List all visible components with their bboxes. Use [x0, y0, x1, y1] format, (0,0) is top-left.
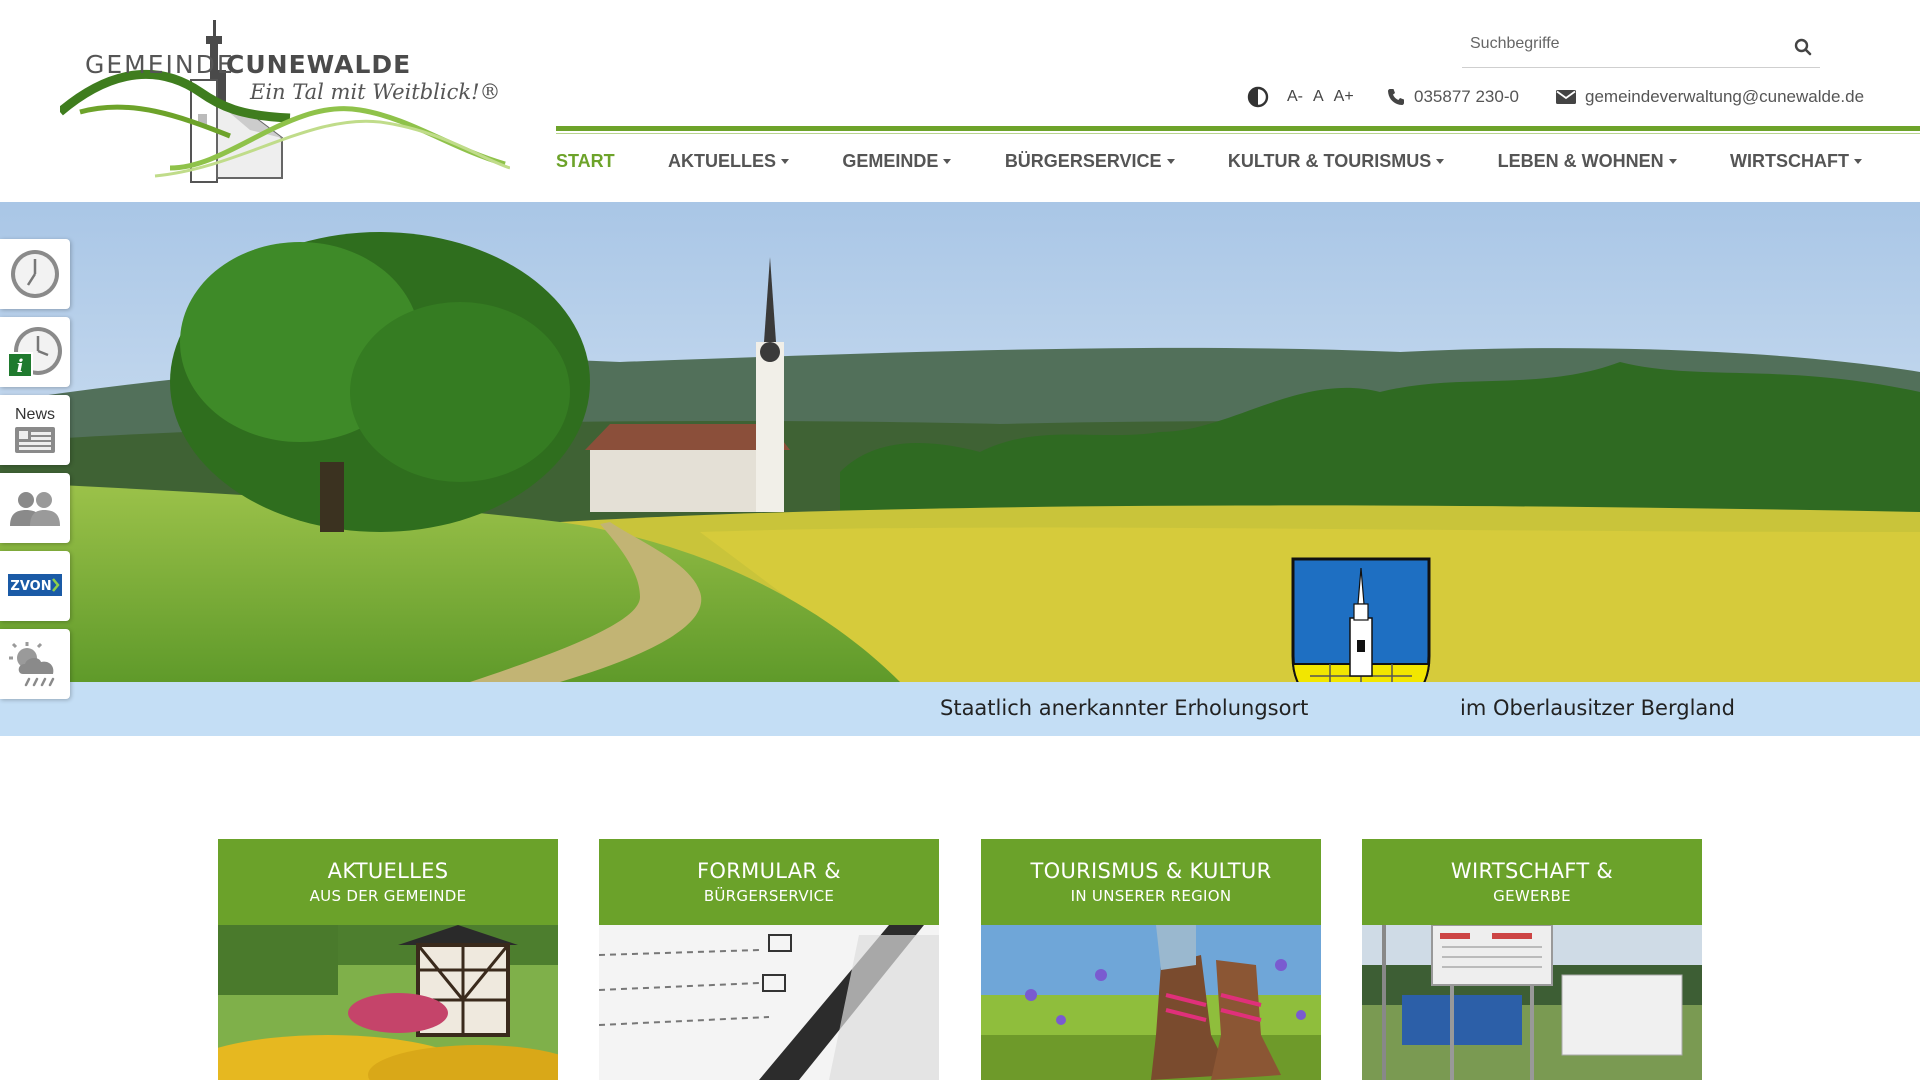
tile-image-form-and-pen [599, 925, 939, 1080]
nav-accent-line [556, 126, 1920, 131]
side-tab-opening-hours[interactable] [0, 239, 70, 309]
weather-icon [9, 642, 55, 687]
side-tab-weather[interactable] [0, 629, 70, 699]
zvon-logo: ZVON [8, 574, 62, 596]
logo-text-gemeinde: GEMEINDE [85, 50, 235, 79]
search-icon [1794, 38, 1812, 56]
caret-down-icon [1668, 158, 1677, 164]
tile-title: WIRTSCHAFT & [1450, 859, 1614, 883]
font-size-normal[interactable]: A [1313, 88, 1324, 106]
logo-text-cunewalde: CUNEWALDE [226, 50, 412, 79]
tile-title: AKTUELLES [327, 859, 449, 883]
phone-icon [1388, 89, 1404, 105]
nav-item-kultur-tourismus[interactable]: KULTUR & TOURISMUS [1228, 151, 1445, 172]
hero-landscape-image [0, 202, 1920, 682]
search-input[interactable] [1462, 26, 1772, 62]
tile-image-industrial-area [1362, 925, 1702, 1080]
tile-title: TOURISMUS & KULTUR [1030, 859, 1272, 883]
tile-subtitle: BÜRGERSERVICE [703, 887, 835, 905]
nav-accent-line-thin [556, 133, 1920, 134]
contrast-icon[interactable] [1247, 86, 1269, 108]
tile-image-hiking-boots [981, 925, 1321, 1080]
news-icon [15, 427, 55, 453]
tile-image-half-timbered-house [218, 925, 558, 1080]
tile-subtitle: AUS DER GEMEINDE [309, 887, 467, 905]
caret-down-icon [781, 158, 790, 164]
search-bar [1462, 26, 1820, 68]
clock-icon [11, 250, 59, 298]
font-size-larger[interactable]: A+ [1334, 88, 1354, 106]
tile-wirtschaft-gewerbe[interactable]: WIRTSCHAFT & GEWERBE [1362, 839, 1702, 1080]
side-tab-news[interactable]: News [0, 395, 70, 465]
tile-subtitle: IN UNSERER REGION [1070, 887, 1232, 905]
nav-item-wirtschaft[interactable]: WIRTSCHAFT [1730, 151, 1862, 172]
banner-text-erholungsort: Staatlich anerkannter Erholungsort [940, 696, 1309, 720]
tile-header: WIRTSCHAFT & GEWERBE [1362, 839, 1702, 925]
caret-down-icon [1436, 158, 1445, 164]
phone-contact[interactable]: 035877 230-0 [1386, 82, 1519, 112]
landscape-scene [0, 202, 1920, 682]
nav-item-buergerservice[interactable]: BÜRGERSERVICE [1005, 151, 1175, 172]
feature-tiles: AKTUELLES AUS DER GEMEINDE FORMULAR & BÜ… [218, 839, 1702, 1080]
side-tab-tourist-info-hours[interactable]: i [0, 317, 70, 387]
search-button[interactable] [1786, 30, 1820, 64]
envelope-icon [1556, 90, 1576, 104]
site-logo[interactable]: GEMEINDE CUNEWALDE Ein Tal mit Weitblick… [57, 18, 511, 186]
side-tab-zvon[interactable]: ZVON [0, 551, 70, 621]
accessibility-controls: A- A A+ [1247, 82, 1354, 112]
tile-title: FORMULAR & [697, 859, 841, 883]
svg-text:i: i [17, 356, 24, 377]
tile-formular-buergerservice[interactable]: FORMULAR & BÜRGERSERVICE [599, 839, 939, 1080]
side-tab-council[interactable] [0, 473, 70, 543]
main-navigation: START AKTUELLES GEMEINDE BÜRGERSERVICE K… [556, 144, 1862, 178]
side-quick-links: i News ZVON [0, 239, 70, 707]
tagline-banner: Staatlich anerkannter Erholungsort im Ob… [0, 682, 1920, 736]
caret-down-icon [943, 158, 952, 164]
nav-item-gemeinde[interactable]: GEMEINDE [842, 151, 952, 172]
tile-header: FORMULAR & BÜRGERSERVICE [599, 839, 939, 925]
people-icon [10, 492, 60, 526]
site-header: GEMEINDE CUNEWALDE Ein Tal mit Weitblick… [0, 0, 1920, 202]
tile-header: TOURISMUS & KULTUR IN UNSERER REGION [981, 839, 1321, 925]
nav-item-aktuelles[interactable]: AKTUELLES [668, 151, 790, 172]
caret-down-icon [1853, 158, 1862, 164]
tile-aktuelles[interactable]: AKTUELLES AUS DER GEMEINDE [218, 839, 558, 1080]
tile-subtitle: GEWERBE [1493, 887, 1571, 905]
clock-info-icon: i [7, 327, 62, 378]
tile-tourismus-kultur[interactable]: TOURISMUS & KULTUR IN UNSERER REGION [981, 839, 1321, 1080]
tile-header: AKTUELLES AUS DER GEMEINDE [218, 839, 558, 925]
nav-item-start[interactable]: START [556, 151, 615, 172]
nav-item-leben-wohnen[interactable]: LEBEN & WOHNEN [1498, 151, 1677, 172]
email-address: gemeindeverwaltung@cunewalde.de [1585, 87, 1865, 106]
phone-number: 035877 230-0 [1414, 87, 1519, 106]
news-tab-label: News [14, 406, 55, 423]
banner-text-region: im Oberlausitzer Bergland [1460, 696, 1735, 720]
email-contact[interactable]: gemeindeverwaltung@cunewalde.de [1555, 82, 1864, 112]
logo-slogan: Ein Tal mit Weitblick!® [250, 80, 501, 104]
caret-down-icon [1166, 158, 1175, 164]
svg-text:ZVON: ZVON [10, 579, 51, 594]
font-size-smaller[interactable]: A- [1287, 88, 1303, 106]
